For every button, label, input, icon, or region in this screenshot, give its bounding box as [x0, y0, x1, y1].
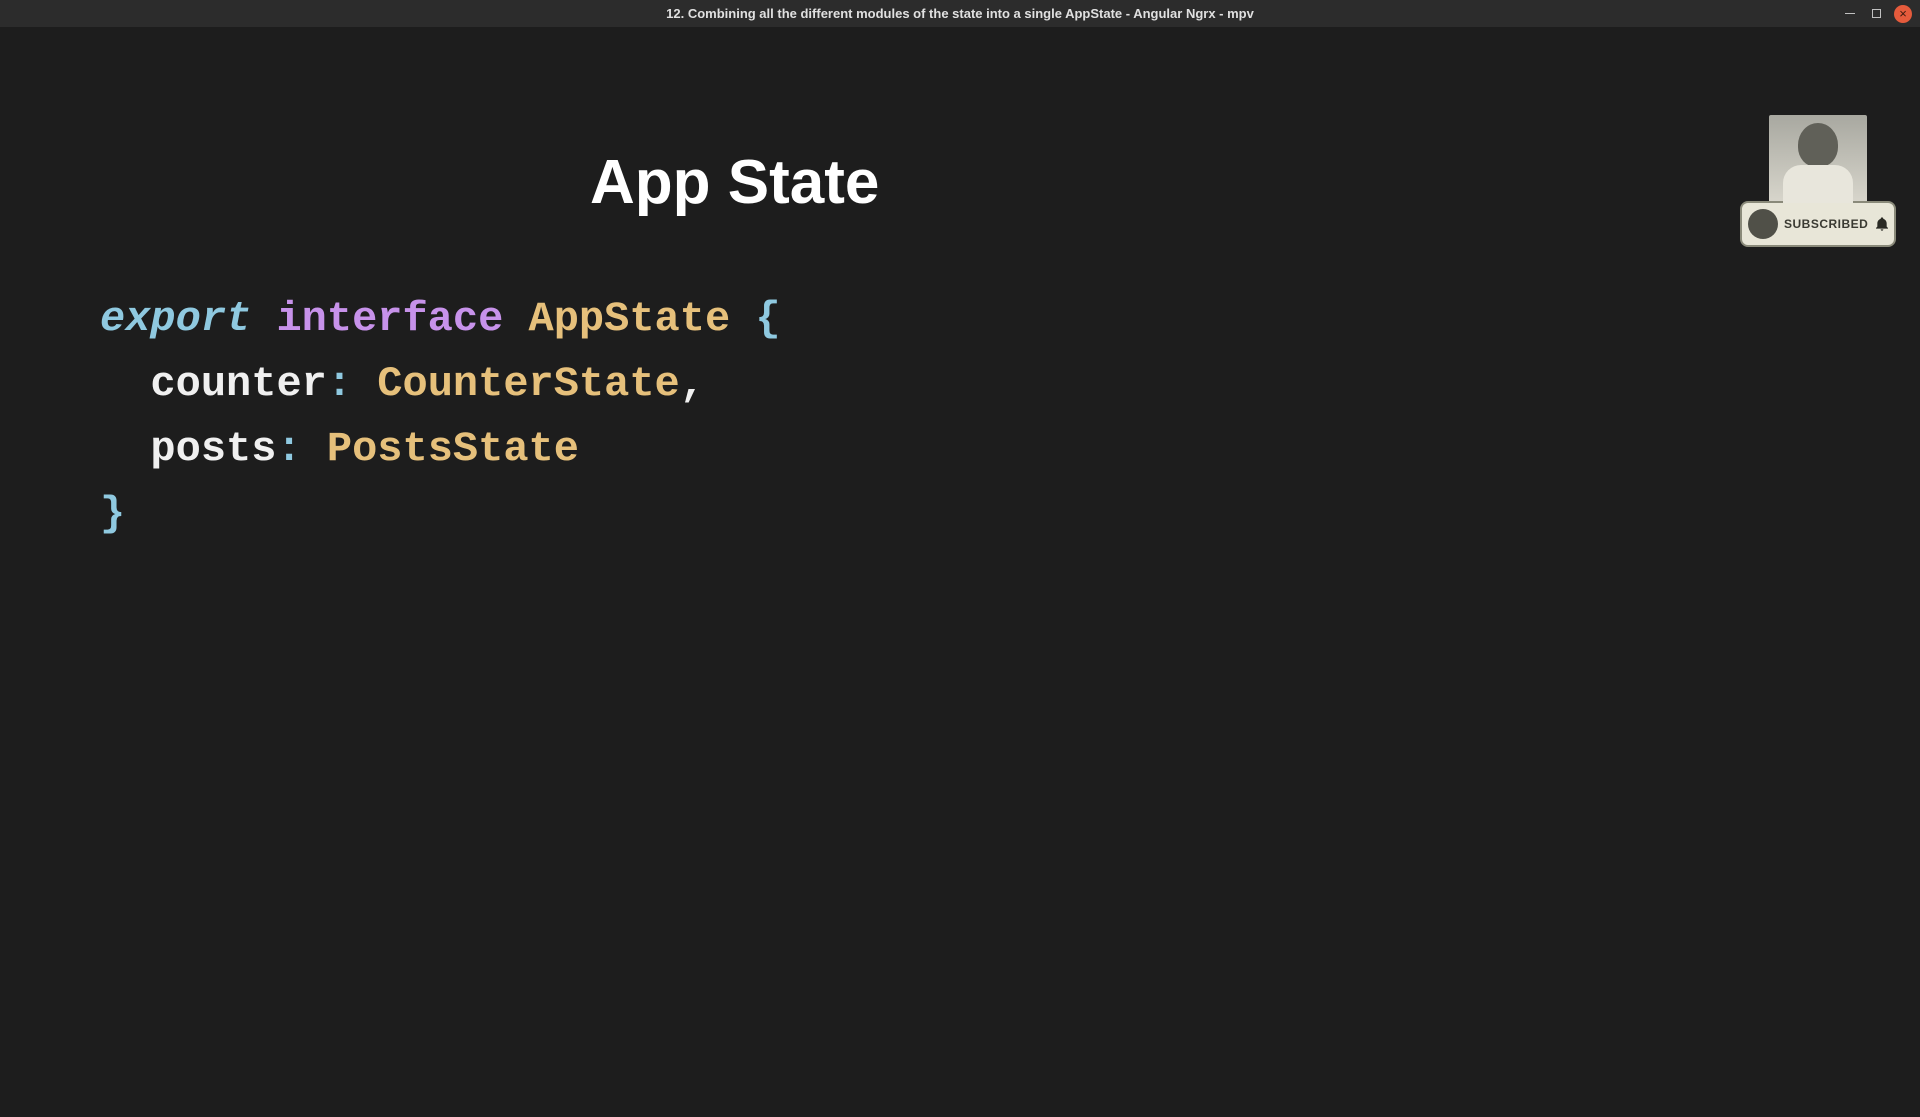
token-type: AppState — [529, 295, 731, 343]
badge-avatar-icon — [1748, 209, 1778, 239]
avatar-head — [1798, 123, 1838, 167]
code-line-1: export interface AppState { — [100, 287, 781, 352]
token-ident: posts — [150, 425, 276, 473]
token-export: export — [100, 295, 251, 343]
code-line-3: posts: PostsState — [100, 417, 781, 482]
channel-avatar — [1769, 115, 1867, 203]
token-colon: : — [276, 425, 301, 473]
subscribed-badge: SUBSCRIBED — [1740, 201, 1896, 247]
minimize-button[interactable] — [1842, 6, 1858, 22]
video-content[interactable]: App State export interface AppState { co… — [0, 27, 1920, 1117]
token-ident: counter — [150, 360, 326, 408]
code-block: export interface AppState { counter: Cou… — [100, 287, 781, 547]
window-title: 12. Combining all the different modules … — [666, 6, 1254, 21]
avatar-silhouette — [1783, 121, 1853, 203]
avatar-body — [1783, 165, 1853, 203]
token-brace-close: } — [100, 490, 125, 538]
token-keyword: interface — [276, 295, 503, 343]
token-brace-open: { — [755, 295, 780, 343]
close-icon — [1899, 5, 1907, 23]
code-line-4: } — [100, 482, 781, 547]
bell-icon — [1874, 216, 1890, 232]
slide-heading: App State — [590, 147, 879, 218]
code-line-2: counter: CounterState, — [100, 352, 781, 417]
subscribed-label: SUBSCRIBED — [1784, 217, 1868, 231]
close-button[interactable] — [1894, 5, 1912, 23]
token-type: PostsState — [327, 425, 579, 473]
maximize-icon — [1872, 9, 1881, 18]
maximize-button[interactable] — [1868, 6, 1884, 22]
minimize-icon — [1845, 13, 1855, 14]
token-type: CounterState — [377, 360, 679, 408]
token-colon: : — [327, 360, 352, 408]
channel-overlay: SUBSCRIBED — [1740, 115, 1896, 247]
window-controls — [1842, 5, 1912, 23]
title-bar: 12. Combining all the different modules … — [0, 0, 1920, 27]
token-punct: , — [680, 360, 705, 408]
